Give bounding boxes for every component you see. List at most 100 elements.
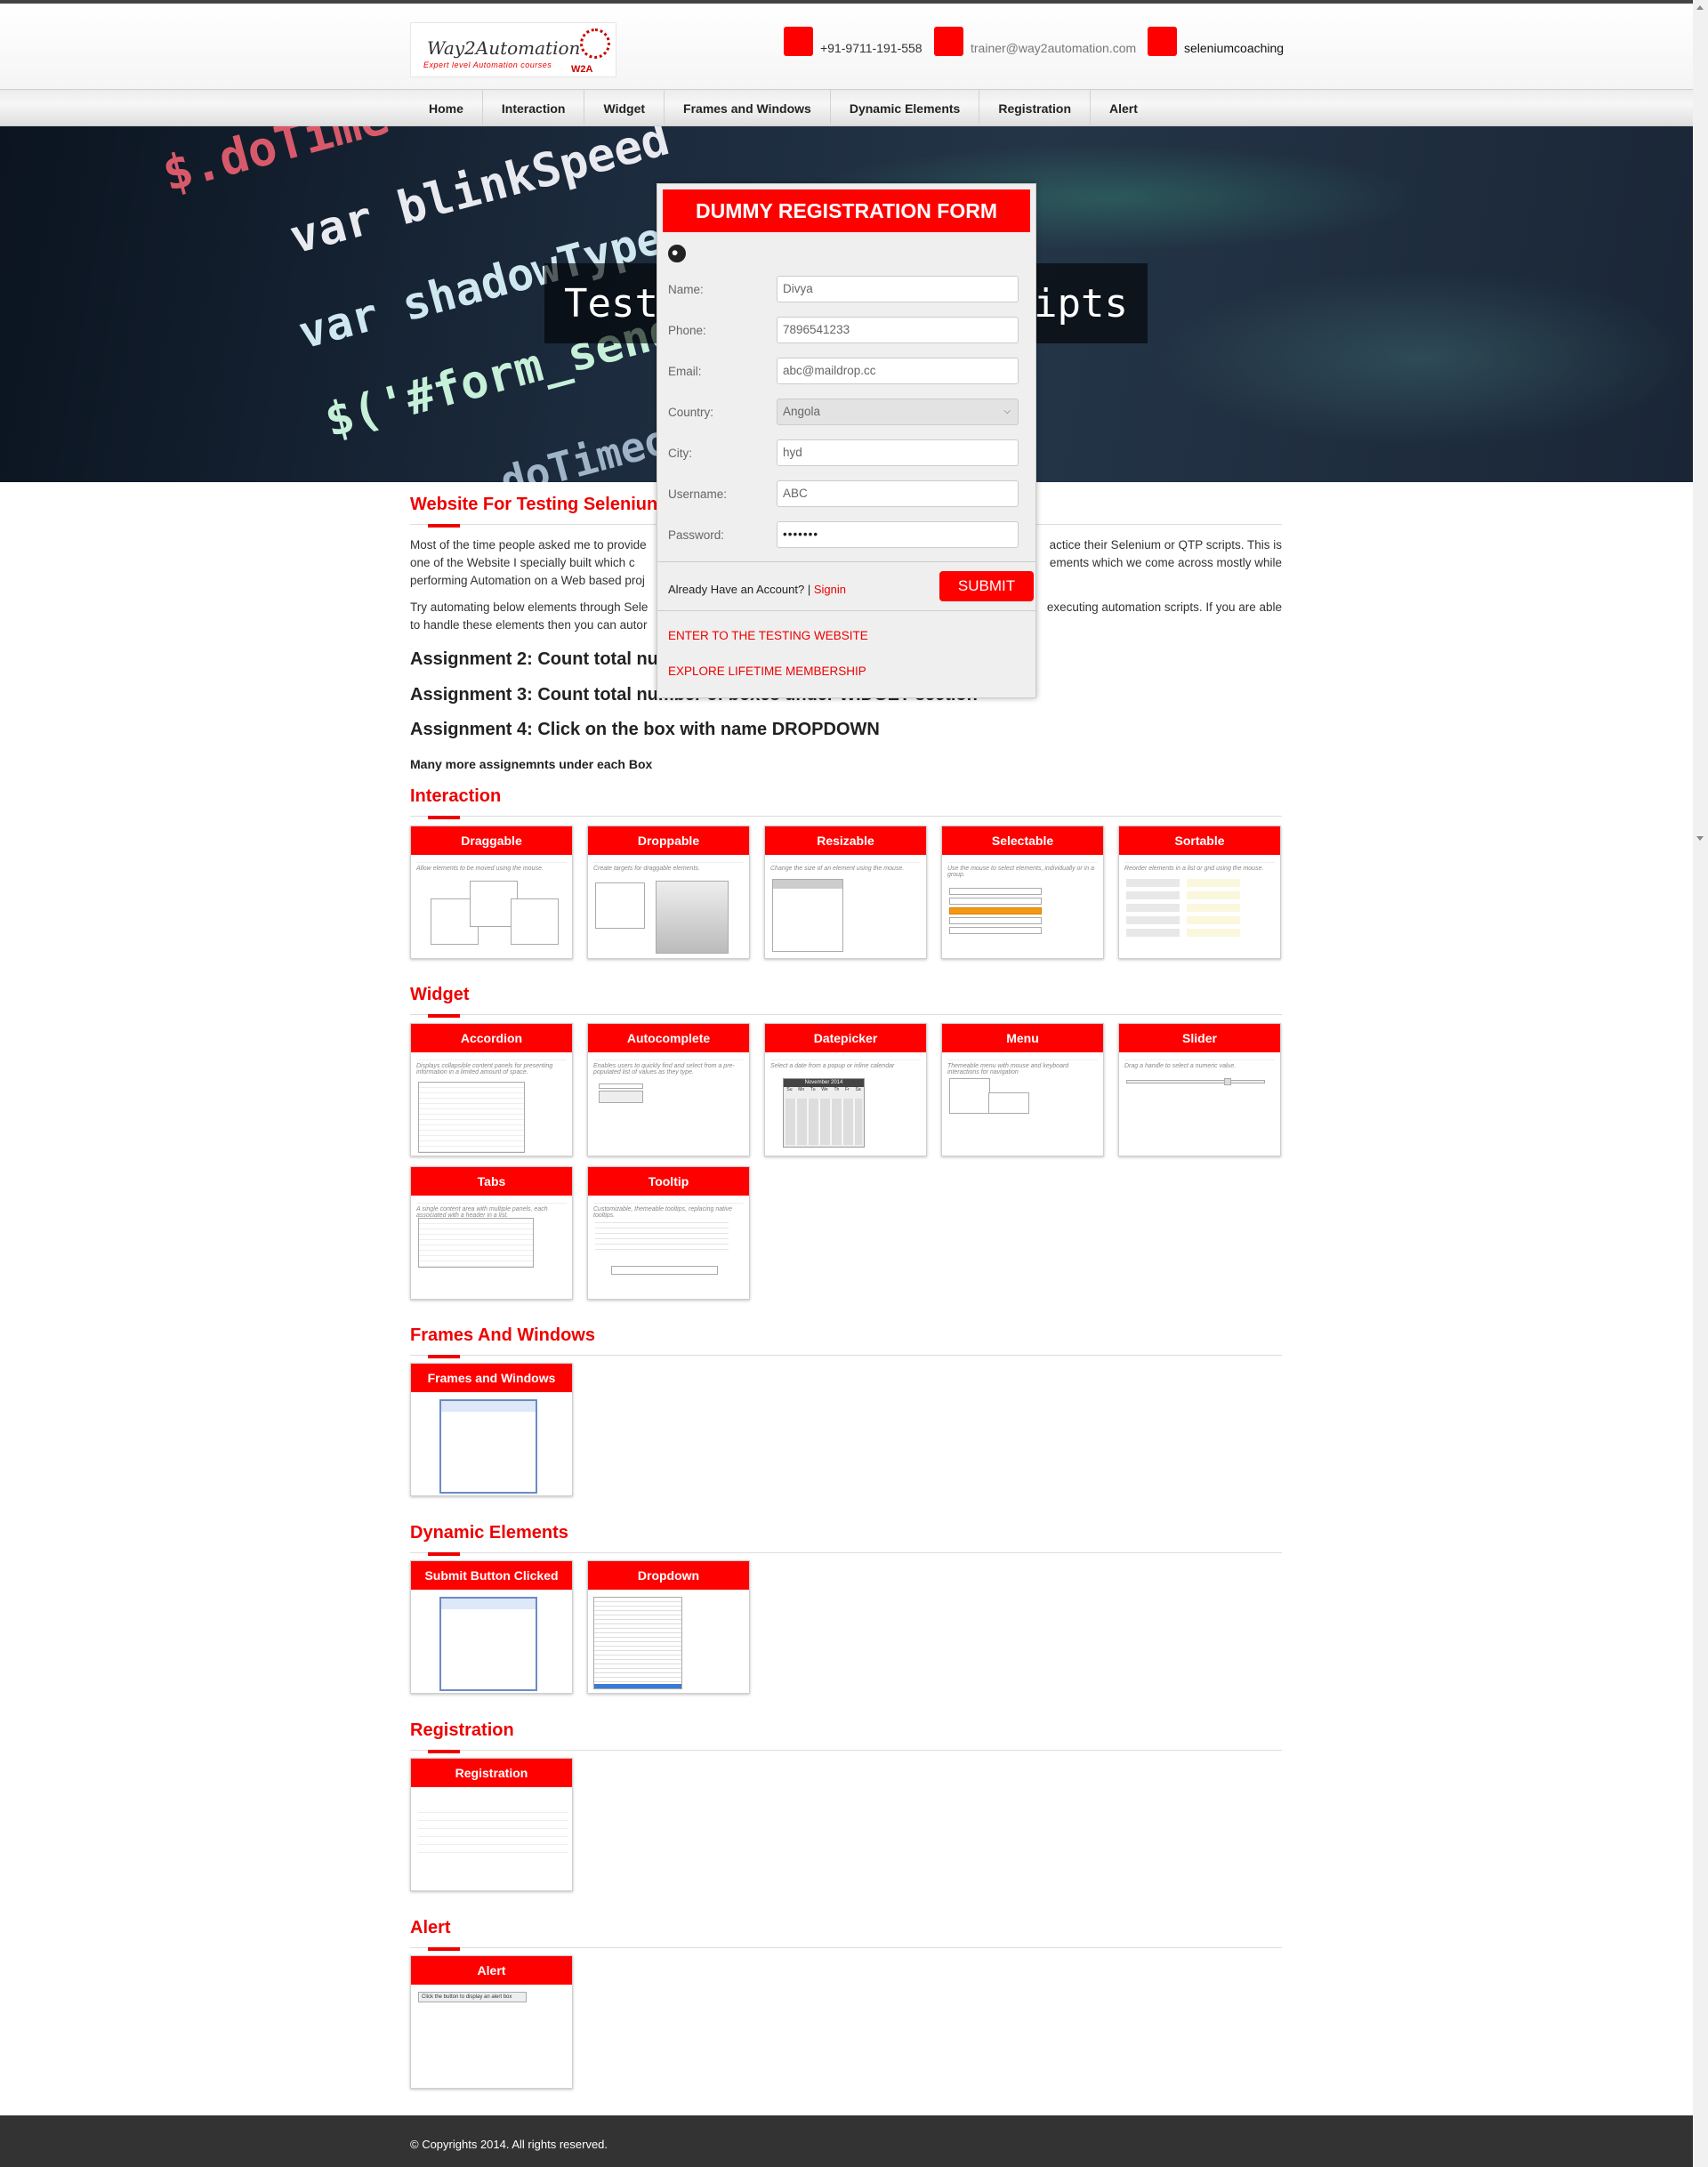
card-tooltip[interactable]: Tooltip Customizable, themeable tooltips… xyxy=(587,1166,750,1300)
card-preview xyxy=(416,1399,567,1494)
signin-link[interactable]: Signin xyxy=(814,583,846,596)
card-label: Autocomplete xyxy=(588,1024,749,1052)
card-preview: Create targets for draggable elements. xyxy=(593,862,744,954)
preview-list-item xyxy=(949,907,1042,914)
username-row: Username: ABC xyxy=(668,480,1020,507)
site-logo[interactable]: Way2Automation Expert level Automation c… xyxy=(410,22,616,77)
email-field[interactable]: abc@maildrop.cc xyxy=(777,358,1019,384)
frames-section-title: Frames And Windows xyxy=(410,1325,1282,1358)
preview-list-item xyxy=(949,898,1042,905)
enter-testing-website-link[interactable]: ENTER TO THE TESTING WEBSITE xyxy=(668,629,868,642)
card-caption: Create targets for draggable elements. xyxy=(593,866,700,872)
contact-email: trainer@way2automation.com xyxy=(934,25,1136,57)
already-account-text: Already Have an Account? | Signin xyxy=(668,583,846,596)
card-selectable[interactable]: Selectable Use the mouse to select eleme… xyxy=(941,826,1104,959)
preview-input xyxy=(599,1084,643,1089)
card-submit-button-clicked[interactable]: Submit Button Clicked xyxy=(410,1560,573,1694)
card-label: Alert xyxy=(411,1956,572,1985)
widget-section-title: Widget xyxy=(410,985,1282,1018)
card-caption: Reorder elements in a list or grid using… xyxy=(1124,866,1264,872)
email-address[interactable]: trainer@way2automation.com xyxy=(971,41,1136,55)
card-preview: Themeable menu with mouse and keyboard i… xyxy=(947,1059,1098,1150)
weekday: Th xyxy=(834,1087,840,1092)
preview-box xyxy=(511,898,559,945)
password-field[interactable]: ••••••• xyxy=(777,521,1019,548)
card-label: Datepicker xyxy=(765,1024,926,1052)
card-label: Selectable xyxy=(942,826,1103,855)
section-title: Widget xyxy=(410,985,470,1004)
city-row: City: hyd xyxy=(668,439,1020,466)
preview-form xyxy=(418,1805,568,1855)
card-caption: Themeable menu with mouse and keyboard i… xyxy=(947,1063,1069,1075)
city-field[interactable]: hyd xyxy=(777,439,1019,466)
nav-item-interaction[interactable]: Interaction xyxy=(483,90,585,127)
scroll-down-icon[interactable] xyxy=(1696,836,1704,841)
card-caption: Drag a handle to select a numeric value. xyxy=(1124,1063,1237,1069)
card-label: Resizable xyxy=(765,826,926,855)
card-sortable[interactable]: Sortable Reorder elements in a list or g… xyxy=(1118,826,1281,959)
modal-divider xyxy=(657,561,1035,562)
dynamic-section-title: Dynamic Elements xyxy=(410,1523,1282,1556)
card-label: Accordion xyxy=(411,1024,572,1052)
name-field[interactable]: Divya xyxy=(777,276,1019,302)
page-scrollbar[interactable] xyxy=(1693,0,1708,2167)
card-resizable[interactable]: Resizable Change the size of an element … xyxy=(764,826,927,959)
nav-item-registration[interactable]: Registration xyxy=(979,90,1092,127)
weekday: Sa xyxy=(855,1087,861,1092)
country-select[interactable]: Angola ⌵ xyxy=(777,399,1019,425)
scroll-up-icon[interactable] xyxy=(1696,5,1704,10)
card-accordion[interactable]: Accordion Displays collapsible content p… xyxy=(410,1023,573,1156)
card-autocomplete[interactable]: Autocomplete Enables users to quickly fi… xyxy=(587,1023,750,1156)
card-droppable[interactable]: Droppable Create targets for draggable e… xyxy=(587,826,750,959)
nav-item-alert[interactable]: Alert xyxy=(1091,90,1156,127)
section-title: Alert xyxy=(410,1918,451,1937)
preview-dropdown xyxy=(599,1091,643,1103)
card-preview xyxy=(416,1794,568,1885)
skype-icon xyxy=(1148,26,1177,56)
phone-label: Phone: xyxy=(668,324,706,337)
nav-item-widget[interactable]: Widget xyxy=(584,90,665,127)
card-menu[interactable]: Menu Themeable menu with mouse and keybo… xyxy=(941,1023,1104,1156)
card-label: Tabs xyxy=(411,1167,572,1196)
card-datepicker[interactable]: Datepicker Select a date from a popup or… xyxy=(764,1023,927,1156)
phone-field[interactable]: 7896541233 xyxy=(777,317,1019,343)
section-title: Registration xyxy=(410,1720,514,1740)
country-row: Country: Angola ⌵ xyxy=(668,399,1020,425)
weekday: Fr xyxy=(845,1087,850,1092)
registration-modal: DUMMY REGISTRATION FORM Name: Divya Phon… xyxy=(657,183,1036,698)
card-preview: Enables users to quickly find and select… xyxy=(593,1059,744,1150)
section-title: Interaction xyxy=(410,786,502,806)
card-registration[interactable]: Registration xyxy=(410,1758,573,1891)
lifetime-membership-link[interactable]: EXPLORE LIFETIME MEMBERSHIP xyxy=(668,665,866,678)
skype-id: seleniumcoaching xyxy=(1184,41,1285,55)
preview-submenu xyxy=(988,1092,1029,1114)
card-alert[interactable]: Alert Click the button to display an ale… xyxy=(410,1955,573,2089)
preview-slider-track xyxy=(1126,1080,1265,1084)
nav-item-dynamic-elements[interactable]: Dynamic Elements xyxy=(831,90,980,127)
weekday: We xyxy=(821,1087,828,1092)
country-label: Country: xyxy=(668,406,714,419)
nav-item-home[interactable]: Home xyxy=(410,90,483,127)
nav-item-frames-and-windows[interactable]: Frames and Windows xyxy=(665,90,831,127)
city-label: City: xyxy=(668,447,692,460)
preview-box xyxy=(772,879,843,952)
preview-list xyxy=(1126,879,1180,941)
card-dropdown[interactable]: Dropdown xyxy=(587,1560,750,1694)
card-caption: Displays collapsible content panels for … xyxy=(416,1063,553,1075)
card-frames-and-windows[interactable]: Frames and Windows xyxy=(410,1363,573,1496)
submit-button[interactable]: SUBMIT xyxy=(939,571,1034,601)
preview-menu xyxy=(949,1078,990,1114)
card-label: Dropdown xyxy=(588,1561,749,1590)
card-tabs[interactable]: Tabs A single content area with multiple… xyxy=(410,1166,573,1300)
card-label: Frames and Windows xyxy=(411,1364,572,1392)
card-draggable[interactable]: Draggable Allow elements to be moved usi… xyxy=(410,826,573,959)
username-field[interactable]: ABC xyxy=(777,480,1019,507)
preview-box xyxy=(595,882,645,929)
preview-list-item xyxy=(949,927,1042,934)
preview-list xyxy=(1187,879,1240,941)
calendar-month: November 2014 xyxy=(784,1079,864,1087)
card-slider[interactable]: Slider Drag a handle to select a numeric… xyxy=(1118,1023,1281,1156)
card-label: Submit Button Clicked xyxy=(411,1561,572,1590)
preview-browser-window xyxy=(439,1399,537,1494)
email-label: Email: xyxy=(668,365,702,378)
